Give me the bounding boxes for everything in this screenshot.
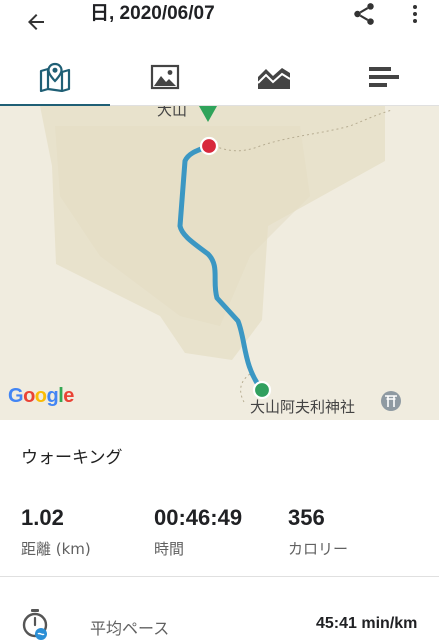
stat-calories: 356 カロリー — [288, 504, 348, 559]
tab-charts[interactable] — [220, 48, 330, 106]
chart-area-icon — [257, 68, 291, 89]
app-bar: 日, 2020/06/07 — [0, 0, 439, 48]
summit-label: 大山 — [157, 106, 188, 119]
stat-label: 距離 (km) — [21, 540, 91, 558]
pace-value: 45:41 min/km — [316, 615, 418, 632]
stopwatch-icon — [22, 609, 48, 640]
map-pin-icon — [39, 62, 70, 92]
pace-label: 平均ペース — [90, 619, 170, 638]
stat-label: 時間 — [154, 540, 185, 558]
share-button[interactable] — [348, 0, 380, 28]
stat-distance: 1.02 距離 (km) — [21, 504, 91, 559]
share-icon — [354, 3, 374, 25]
back-button[interactable] — [18, 4, 54, 40]
route-map[interactable]: 大山 大山阿夫利神社 Google — [0, 106, 439, 420]
map-canvas — [25, 106, 401, 411]
activity-type: ウォーキング — [21, 448, 123, 468]
more-options-button[interactable] — [400, 0, 430, 28]
tab-details[interactable] — [329, 48, 439, 106]
photo-icon — [150, 64, 179, 90]
pace-row: 平均ペース 45:41 min/km — [0, 600, 439, 640]
stat-duration: 00:46:49 時間 — [154, 504, 242, 559]
boundary-line-2 — [240, 373, 251, 403]
shrine-poi-icon — [381, 391, 401, 411]
stat-value: 00:46:49 — [154, 505, 243, 530]
page-title: 日, 2020/06/07 — [90, 3, 215, 24]
arrow-left-icon — [28, 14, 44, 30]
divider — [0, 576, 439, 577]
tab-map[interactable] — [0, 48, 110, 107]
more-vert-icon — [413, 5, 417, 23]
bar-list-icon — [369, 67, 400, 87]
stat-label: カロリー — [288, 540, 349, 558]
google-logo: Google — [8, 385, 74, 407]
tab-bar — [0, 48, 439, 107]
stat-value: 356 — [288, 505, 325, 530]
stat-value: 1.02 — [21, 505, 64, 530]
shrine-label: 大山阿夫利神社 — [250, 398, 356, 416]
end-marker — [199, 136, 219, 156]
tab-photos[interactable] — [110, 48, 220, 106]
